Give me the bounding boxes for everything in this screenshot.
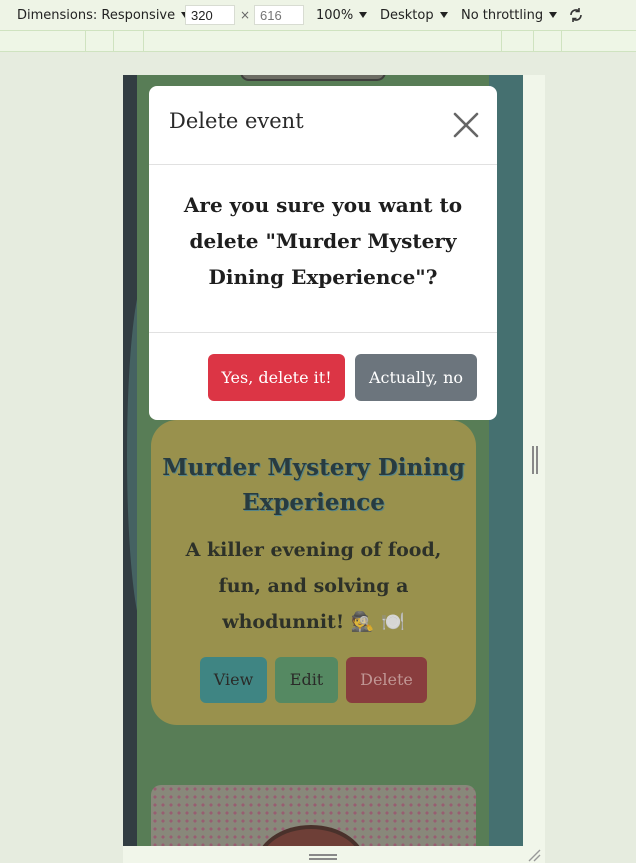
delete-event-modal: Delete event Are you sure you want to de…: [149, 86, 497, 420]
resize-handle-bottom[interactable]: [309, 854, 337, 860]
resize-handle-right[interactable]: [532, 446, 538, 474]
confirmation-question: Are you sure you want to delete "Murder …: [183, 193, 463, 289]
dimensions-dropdown[interactable]: Dimensions: Responsive: [17, 0, 190, 30]
rotate-icon[interactable]: [567, 6, 585, 24]
device-type-label: Desktop: [380, 7, 434, 23]
chevron-down-icon: [359, 12, 368, 18]
cancel-button[interactable]: Actually, no: [355, 354, 477, 401]
chevron-down-icon: [549, 12, 558, 18]
times-symbol: ×: [240, 8, 251, 22]
device-type-dropdown[interactable]: Desktop: [380, 0, 448, 30]
devtools-toolbar: Dimensions: Responsive × 100% Desktop No…: [0, 0, 636, 30]
throttling-label: No throttling: [461, 7, 544, 23]
device-viewport: Murder Mystery Dining Experience A kille…: [123, 75, 523, 846]
zoom-label: 100%: [316, 7, 354, 23]
close-icon[interactable]: [452, 111, 480, 139]
chevron-down-icon: [439, 12, 448, 18]
media-query-ruler[interactable]: [0, 30, 636, 52]
height-input[interactable]: [254, 5, 304, 25]
confirm-delete-button[interactable]: Yes, delete it!: [208, 354, 345, 401]
dimensions-label: Dimensions: Responsive: [17, 7, 176, 23]
width-input[interactable]: [185, 5, 235, 25]
throttling-dropdown[interactable]: No throttling: [461, 0, 558, 30]
modal-body: Are you sure you want to delete "Murder …: [149, 165, 497, 333]
resize-corner-icon[interactable]: [527, 848, 541, 862]
zoom-dropdown[interactable]: 100%: [316, 0, 368, 30]
modal-header: Delete event: [149, 86, 497, 165]
modal-title: Delete event: [169, 109, 304, 133]
